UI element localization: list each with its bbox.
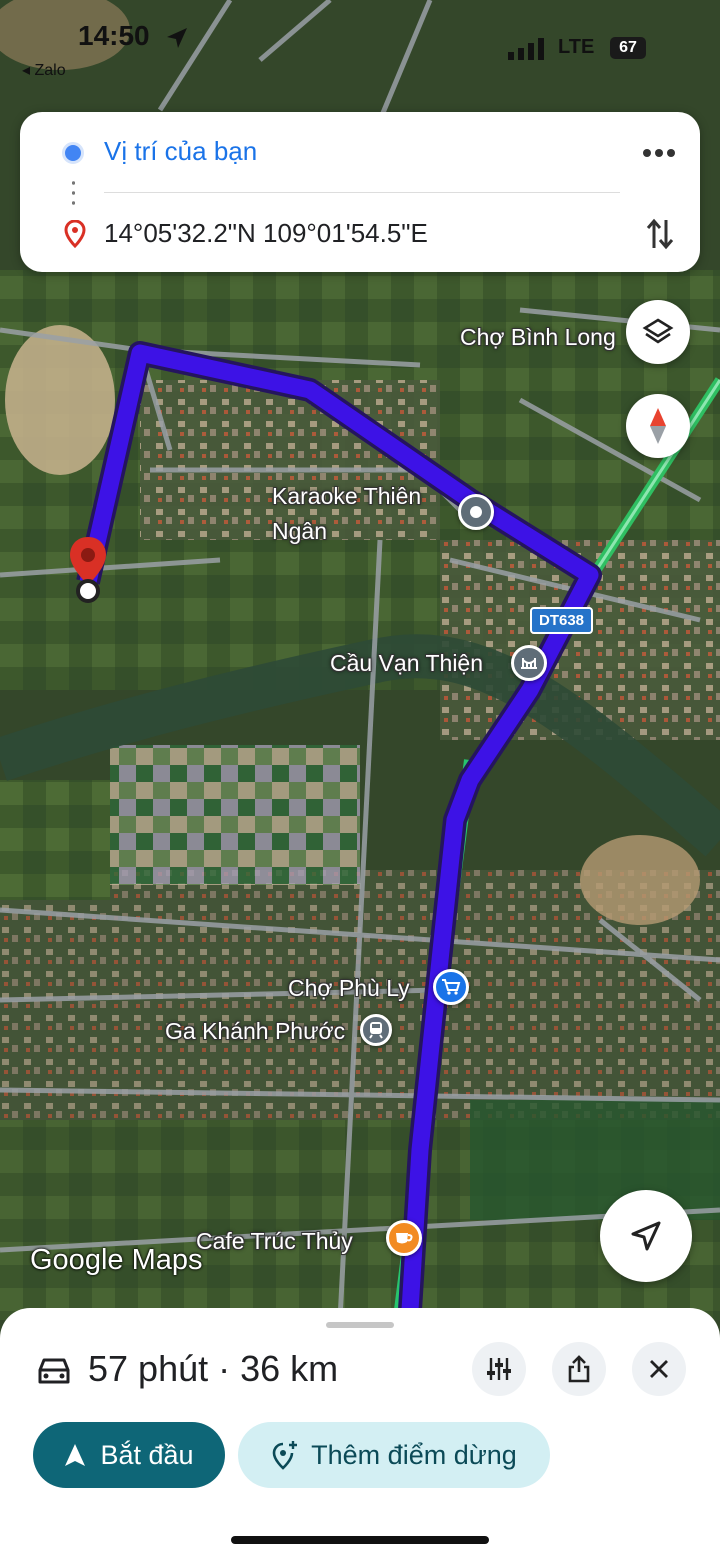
swap-directions-icon[interactable]	[646, 216, 674, 252]
start-label: Bắt đầu	[100, 1439, 194, 1470]
trip-duration-distance: 57 phút · 36 km	[88, 1348, 339, 1389]
add-location-icon	[272, 1441, 298, 1470]
more-options-icon[interactable]	[642, 148, 676, 158]
location-arrow-icon	[167, 28, 187, 48]
layers-icon	[642, 318, 674, 344]
place-label-karaoke-line2[interactable]: Ngân	[272, 518, 327, 545]
place-label-cafe-truc-thuy[interactable]: Cafe Trúc Thủy	[196, 1228, 353, 1255]
karaoke-poi-icon[interactable]	[458, 494, 494, 530]
place-label-cau-van-thien[interactable]: Cầu Vạn Thiện	[330, 650, 483, 677]
home-indicator[interactable]	[231, 1536, 489, 1544]
road-shield-dt638: DT638	[530, 607, 594, 634]
back-to-app-link[interactable]: ◂ Zalo	[22, 60, 66, 80]
navigation-arrow-icon	[631, 1221, 661, 1251]
cafe-poi-icon[interactable]	[386, 1220, 422, 1256]
route-options-button[interactable]	[472, 1342, 526, 1396]
trip-bottom-sheet: 57 phút · 36 km Bắt đầu Thêm điểm dừng	[0, 1308, 720, 1560]
share-button[interactable]	[552, 1342, 606, 1396]
place-label-cho-phu-ly[interactable]: Chợ Phù Ly	[288, 975, 410, 1002]
destination-pin-icon	[64, 220, 86, 248]
car-icon	[38, 1358, 70, 1384]
status-time: 14:50	[78, 20, 150, 51]
navigation-start-icon	[65, 1444, 86, 1466]
recenter-button[interactable]	[600, 1190, 692, 1282]
directions-card: Vị trí của bạn 14°05'32.2"N 109°01'54.5"…	[20, 112, 700, 272]
close-button[interactable]	[632, 1342, 686, 1396]
origin-location-icon	[62, 142, 84, 164]
train-station-poi-icon[interactable]	[360, 1014, 392, 1046]
place-label-karaoke-line1[interactable]: Karaoke Thiên	[272, 483, 421, 510]
add-stop-label: Thêm điểm dừng	[311, 1439, 517, 1470]
place-label-ga-khanh-phuoc[interactable]: Ga Khánh Phước	[165, 1018, 345, 1045]
sheet-drag-handle[interactable]	[326, 1322, 394, 1328]
bridge-poi-icon[interactable]	[511, 645, 547, 681]
share-icon	[568, 1355, 590, 1383]
field-divider	[104, 192, 620, 193]
tune-sliders-icon	[487, 1358, 511, 1380]
add-stop-button[interactable]: Thêm điểm dừng	[238, 1422, 550, 1488]
destination-marker-icon[interactable]	[66, 535, 110, 605]
compass-icon	[650, 408, 666, 444]
signal-strength-icon	[508, 38, 544, 60]
layers-button[interactable]	[626, 300, 690, 364]
network-type: LTE	[558, 36, 595, 58]
route-connector-dots	[72, 178, 75, 208]
battery-level: 67	[610, 37, 646, 59]
origin-field[interactable]: Vị trí của bạn	[104, 136, 257, 167]
compass-button[interactable]	[626, 394, 690, 458]
place-label-cho-binh-long[interactable]: Chợ Bình Long	[460, 324, 616, 351]
destination-field[interactable]: 14°05'32.2"N 109°01'54.5"E	[104, 218, 428, 249]
close-icon	[650, 1360, 668, 1378]
start-navigation-button[interactable]: Bắt đầu	[33, 1422, 225, 1488]
google-maps-watermark: Google Maps	[30, 1244, 203, 1276]
shopping-cart-poi-icon[interactable]	[433, 969, 469, 1005]
